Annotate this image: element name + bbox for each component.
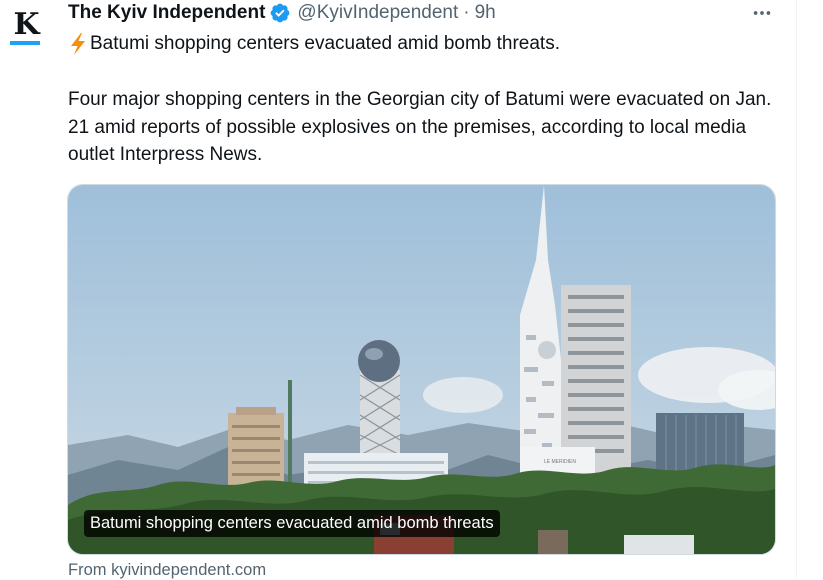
building-sign: LE MERIDIEN: [544, 459, 576, 465]
headline-text: Batumi shopping centers evacuated amid b…: [90, 33, 560, 54]
avatar-underline: [10, 41, 40, 45]
more-horizontal-icon: [753, 11, 771, 15]
author-name[interactable]: The Kyiv Independent: [68, 2, 265, 24]
article-photo[interactable]: LE MERIDIEN: [68, 185, 775, 554]
timeline-border: [796, 0, 797, 578]
verified-badge-icon[interactable]: [269, 2, 291, 24]
meta-separator: ·: [463, 2, 470, 23]
tweet-body: Four major shopping centers in the Georg…: [68, 89, 772, 165]
avatar[interactable]: K: [2, 6, 50, 54]
more-icon[interactable]: [748, 2, 776, 24]
author-handle[interactable]: @KyivIndependent: [297, 2, 458, 24]
lightning-bolt-icon: [71, 33, 85, 55]
tweet-header: The Kyiv Independent @KyivIndependent · …: [68, 0, 496, 26]
tweet-headline: Batumi shopping centers evacuated amid b…: [68, 30, 560, 58]
card-source-link[interactable]: From kyivindependent.com: [68, 561, 266, 580]
image-caption: Batumi shopping centers evacuated amid b…: [84, 510, 500, 537]
avatar-letter: K: [13, 7, 39, 42]
tweet-time[interactable]: 9h: [475, 2, 496, 24]
link-card[interactable]: LE MERIDIEN Batumi shopping centers evac…: [67, 184, 776, 555]
